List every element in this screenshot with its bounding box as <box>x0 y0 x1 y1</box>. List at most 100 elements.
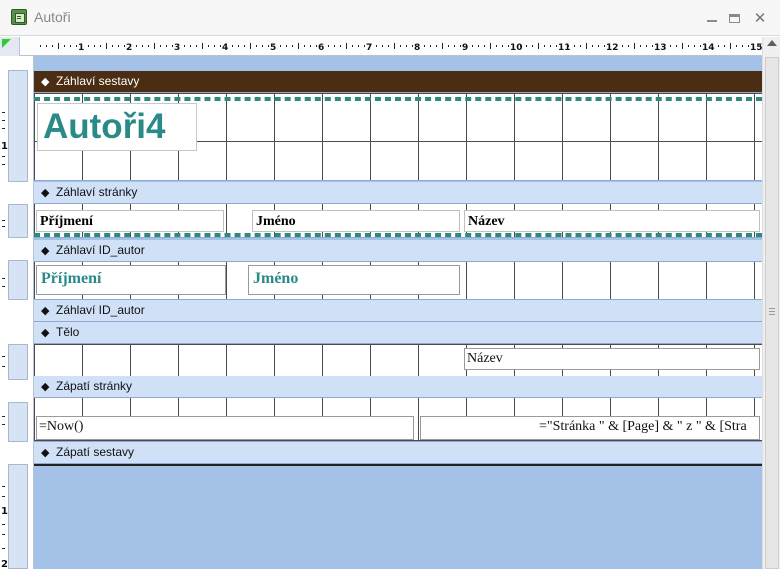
ruler-tick <box>142 45 143 47</box>
ruler-tick <box>112 45 113 47</box>
header-label-title[interactable]: Název <box>464 210 760 232</box>
section-bar-page-footer[interactable]: ◆ Zápatí stránky <box>34 376 762 398</box>
vertical-ruler-tick <box>2 356 5 357</box>
footer-page-number-field[interactable]: ="Stránka " & [Page] & " z " & [Stra <box>420 416 760 440</box>
vertical-ruler-tick <box>2 278 5 279</box>
ruler-tick <box>736 45 737 47</box>
select-report-corner[interactable] <box>0 37 20 56</box>
ruler-tick <box>652 45 653 47</box>
ruler-tick <box>670 45 671 47</box>
ruler-tick <box>250 43 251 49</box>
header-label-surname[interactable]: Příjmení <box>36 210 224 232</box>
vertical-ruler-tick <box>2 128 5 129</box>
section-bar-page-header[interactable]: ◆ Záhlaví stránky <box>34 182 762 204</box>
ruler-tick <box>730 43 731 49</box>
ruler-tick <box>616 45 617 47</box>
vertical-scrollbar[interactable] <box>762 37 780 569</box>
ruler-tick <box>172 45 173 47</box>
section-arrow-icon: ◆ <box>41 245 50 257</box>
ruler-number: 3 <box>174 43 180 53</box>
ruler-tick <box>346 43 347 49</box>
report-title-label[interactable]: Autoři4 <box>37 103 197 151</box>
vertical-ruler-tick <box>2 534 5 535</box>
ruler-tick <box>286 45 287 47</box>
vertical-ruler-number: 1 <box>1 506 8 517</box>
section-bar-group-header[interactable]: ◆ Záhlaví ID_autor <box>34 240 762 262</box>
ruler-tick <box>298 43 299 49</box>
vertical-ruler[interactable]: 1 1 2 <box>0 56 34 569</box>
report-header-body[interactable]: Autoři4 <box>34 93 762 181</box>
ruler-tick <box>424 45 425 47</box>
vertical-ruler-tick <box>2 220 5 221</box>
ruler-number: 9 <box>462 43 468 53</box>
vertical-ruler-tick <box>2 416 5 417</box>
ruler-tick <box>568 45 569 47</box>
ruler-tick <box>118 45 119 47</box>
vertical-ruler-tick <box>2 424 5 425</box>
header-label-first-name[interactable]: Jméno <box>252 210 460 232</box>
ruler-tick <box>700 45 701 47</box>
section-arrow-icon: ◆ <box>41 305 50 317</box>
ruler-tick <box>46 45 47 47</box>
vertical-ruler-tick <box>2 548 5 549</box>
ruler-tick <box>208 45 209 47</box>
detail-field-title[interactable]: Název <box>464 348 760 370</box>
section-bar-report-header[interactable]: ◆ Záhlaví sestavy <box>34 71 762 93</box>
section-bar-group-header-2[interactable]: ◆ Záhlaví ID_autor <box>34 300 762 322</box>
ruler-tick <box>58 43 59 49</box>
vertical-ruler-tick <box>2 496 5 497</box>
ruler-tick <box>724 45 725 47</box>
section-bar-detail[interactable]: ◆ Tělo <box>34 322 762 344</box>
vertical-ruler-tick <box>2 120 5 121</box>
ruler-number: 8 <box>414 43 420 53</box>
ruler-tick <box>586 43 587 49</box>
ruler-tick <box>136 45 137 47</box>
scroll-up-arrow-icon[interactable] <box>767 40 777 46</box>
page-footer-body[interactable]: =Now() ="Stránka " & [Page] & " z " & [S… <box>34 398 762 442</box>
ruler-tick <box>256 45 257 47</box>
ruler-tick <box>484 45 485 47</box>
section-arrow-icon: ◆ <box>41 447 50 459</box>
ruler-tick <box>682 43 683 49</box>
horizontal-ruler[interactable]: 1 2 3 4 5 6 7 8 9 10 11 12 13 14 15 <box>20 37 762 56</box>
section-arrow-icon: ◆ <box>41 381 50 393</box>
section-label: Zápatí sestavy <box>56 445 135 459</box>
ruler-tick <box>490 43 491 49</box>
ruler-tick <box>64 45 65 47</box>
ruler-tick <box>712 45 713 47</box>
ruler-tick <box>100 45 101 47</box>
access-report-icon <box>11 9 27 25</box>
section-bar-report-footer[interactable]: ◆ Zápatí sestavy <box>34 442 762 464</box>
ruler-tick <box>604 45 605 47</box>
ruler-tick <box>688 45 689 47</box>
ruler-tick <box>334 45 335 47</box>
ruler-tick <box>244 45 245 47</box>
ruler-tick <box>760 45 761 47</box>
ruler-tick <box>148 45 149 47</box>
ruler-tick <box>352 45 353 47</box>
section-arrow-icon: ◆ <box>41 187 50 199</box>
close-button[interactable]: ✕ <box>738 0 780 36</box>
ruler-tick <box>94 45 95 47</box>
group-field-first-name[interactable]: Jméno <box>248 265 460 295</box>
section-label: Záhlaví sestavy <box>56 74 140 88</box>
section-arrow-icon: ◆ <box>41 327 50 339</box>
section-arrow-icon: ◆ <box>41 76 50 88</box>
ruler-number: 14 <box>702 43 715 53</box>
report-design-surface[interactable]: ◆ Záhlaví sestavy Autoři4 ◆ Záhlaví stránk… <box>34 56 762 569</box>
ruler-tick <box>358 45 359 47</box>
group-field-surname[interactable]: Příjmení <box>36 265 226 295</box>
detail-body[interactable]: Název <box>34 344 762 378</box>
ruler-tick <box>40 45 41 47</box>
ruler-tick <box>742 45 743 47</box>
ruler-tick <box>280 45 281 47</box>
ruler-number: 11 <box>558 43 571 53</box>
footer-date-field[interactable]: =Now() <box>36 416 414 440</box>
group-header-body[interactable]: Příjmení Jméno <box>34 262 762 300</box>
scrollbar-thumb[interactable] <box>765 57 779 569</box>
ruler-tick <box>160 45 161 47</box>
ruler-tick <box>628 45 629 47</box>
ruler-number: 1 <box>78 43 84 53</box>
page-header-body[interactable]: Příjmení Jméno Název <box>34 204 762 238</box>
ruler-tick <box>544 45 545 47</box>
